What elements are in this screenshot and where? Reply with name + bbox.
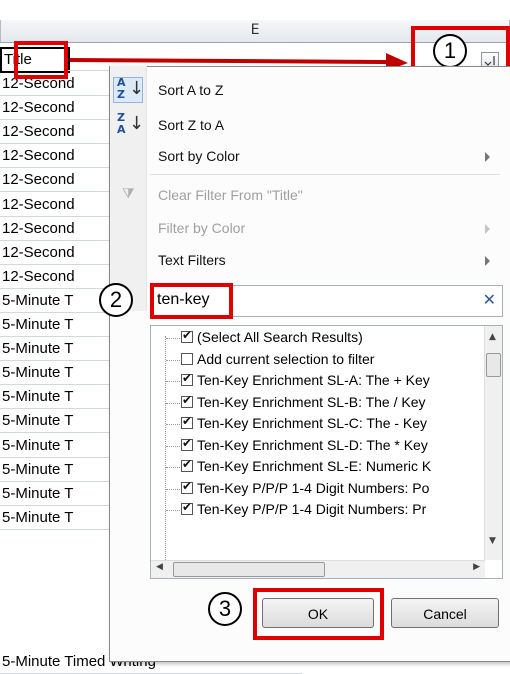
checkbox[interactable] xyxy=(181,371,193,386)
callout-number-1: 1 xyxy=(433,34,467,68)
checkbox[interactable] xyxy=(181,328,193,343)
menu-text-filters[interactable]: Text Filters xyxy=(158,252,226,268)
table-row[interactable]: 5-Minute T xyxy=(0,409,113,434)
scroll-down-icon[interactable]: ▼ xyxy=(489,536,496,546)
scroll-left-icon[interactable]: ◀ xyxy=(156,562,163,572)
submenu-arrow-icon xyxy=(485,152,490,162)
callout-box-title xyxy=(14,41,68,79)
table-row[interactable]: 5-Minute T xyxy=(0,288,113,313)
checkbox[interactable] xyxy=(181,393,193,408)
checkbox[interactable] xyxy=(181,500,193,515)
tree-branch xyxy=(166,488,180,490)
checkbox[interactable] xyxy=(181,457,193,472)
table-row[interactable]: 12-Second xyxy=(0,192,113,217)
list-item[interactable]: Ten-Key Enrichment SL-E: Numeric K xyxy=(151,457,481,478)
table-row[interactable]: 5-Minute T xyxy=(0,361,113,386)
list-item-label: Ten-Key Enrichment SL-A: The + Key xyxy=(197,372,430,388)
horizontal-scrollbar[interactable]: ◀ ▶ xyxy=(151,560,485,578)
table-row[interactable]: 5-Minute T xyxy=(0,313,113,337)
tree-branch xyxy=(166,402,180,404)
list-item[interactable]: Ten-Key Enrichment SL-B: The / Key xyxy=(151,393,481,414)
table-row[interactable]: 12-Second xyxy=(0,264,113,289)
table-row[interactable]: 5-Minute T xyxy=(0,337,113,362)
list-item[interactable]: Ten-Key Enrichment SL-A: The + Key xyxy=(151,371,481,392)
sort-az-icon: AZ ↓ xyxy=(113,77,144,103)
menu-sort-z-to-a[interactable]: Sort Z to A xyxy=(158,117,224,133)
menu-clear-filter[interactable]: Clear Filter From "Title" xyxy=(158,187,303,203)
callout-number-3: 3 xyxy=(208,592,242,626)
menu-filter-by-color[interactable]: Filter by Color xyxy=(158,220,245,236)
top-margin xyxy=(0,0,510,20)
scroll-thumb[interactable] xyxy=(486,353,501,377)
clear-filter-icon: ⧩ xyxy=(122,186,135,202)
list-item[interactable]: Add current selection to filter xyxy=(151,350,481,371)
checkbox[interactable] xyxy=(181,352,193,365)
submenu-arrow-icon xyxy=(485,256,490,266)
table-row[interactable]: 12-Second xyxy=(0,96,113,121)
list-item-label: Ten-Key Enrichment SL-C: The - Key xyxy=(197,415,428,431)
table-row[interactable]: 12-Second xyxy=(0,168,113,193)
table-row[interactable]: 12-Second xyxy=(0,144,113,169)
table-row[interactable]: 12-Second xyxy=(0,216,113,241)
callout-number-2: 2 xyxy=(99,283,133,317)
tree-branch xyxy=(166,467,180,468)
list-item-label: Add current selection to filter xyxy=(197,350,375,367)
submenu-arrow-icon xyxy=(485,224,490,234)
table-row[interactable]: 5-Minute T xyxy=(0,385,113,410)
list-item[interactable]: Ten-Key P/P/P 1-4 Digit Numbers: Pr xyxy=(151,500,481,521)
callout-box-search xyxy=(150,283,233,319)
menu-sort-a-to-z[interactable]: Sort A to Z xyxy=(158,82,223,98)
cancel-button[interactable]: Cancel xyxy=(391,598,499,628)
checkbox[interactable] xyxy=(181,436,193,451)
hscroll-thumb[interactable] xyxy=(173,562,325,577)
list-item-label: Ten-Key Enrichment SL-D: The * Key xyxy=(197,436,428,453)
table-row[interactable]: 5-Minute T xyxy=(0,433,113,458)
menu-sort-by-color[interactable]: Sort by Color xyxy=(158,148,240,164)
list-item[interactable]: Ten-Key P/P/P 1-4 Digit Numbers: Po xyxy=(151,479,481,500)
list-item-label: Ten-Key P/P/P 1-4 Digit Numbers: Po xyxy=(197,479,430,496)
table-row[interactable]: 12-Second xyxy=(0,240,113,265)
clear-search-icon[interactable]: ✕ xyxy=(483,290,496,309)
table-row[interactable]: 5-Minute T xyxy=(0,505,113,530)
list-item[interactable]: (Select All Search Results) xyxy=(151,328,481,349)
menu-divider xyxy=(150,174,500,175)
checkbox[interactable] xyxy=(181,414,193,429)
table-row[interactable]: 12-Second xyxy=(0,120,113,145)
vertical-scrollbar[interactable]: ▲ ▼ xyxy=(484,326,502,560)
list-item-label: Ten-Key Enrichment SL-B: The / Key xyxy=(197,393,426,410)
callout-box-ok xyxy=(253,588,384,640)
filter-values-list[interactable]: (Select All Search Results) Add current s… xyxy=(150,325,503,579)
sort-za-icon: ZA ↓ xyxy=(117,111,145,136)
scroll-right-icon[interactable]: ▶ xyxy=(473,562,480,572)
checkbox[interactable] xyxy=(181,479,193,494)
list-item-label: (Select All Search Results) xyxy=(197,329,363,345)
tree-branch xyxy=(166,338,180,339)
list-item[interactable]: Ten-Key Enrichment SL-C: The - Key xyxy=(151,414,481,435)
tree-branch xyxy=(166,381,180,382)
scroll-up-icon[interactable]: ▲ xyxy=(489,332,496,342)
tree-branch xyxy=(166,424,180,425)
list-item-label: Ten-Key P/P/P 1-4 Digit Numbers: Pr xyxy=(197,501,427,517)
table-row[interactable]: 5-Minute T xyxy=(0,481,113,506)
list-item-label: Ten-Key Enrichment SL-E: Numeric K xyxy=(197,458,432,474)
list-item[interactable]: Ten-Key Enrichment SL-D: The * Key xyxy=(151,436,481,457)
table-row[interactable]: 5-Minute T xyxy=(0,457,113,482)
tree-branch xyxy=(166,510,180,511)
tree-branch xyxy=(166,445,180,447)
tree-branch xyxy=(166,359,180,361)
